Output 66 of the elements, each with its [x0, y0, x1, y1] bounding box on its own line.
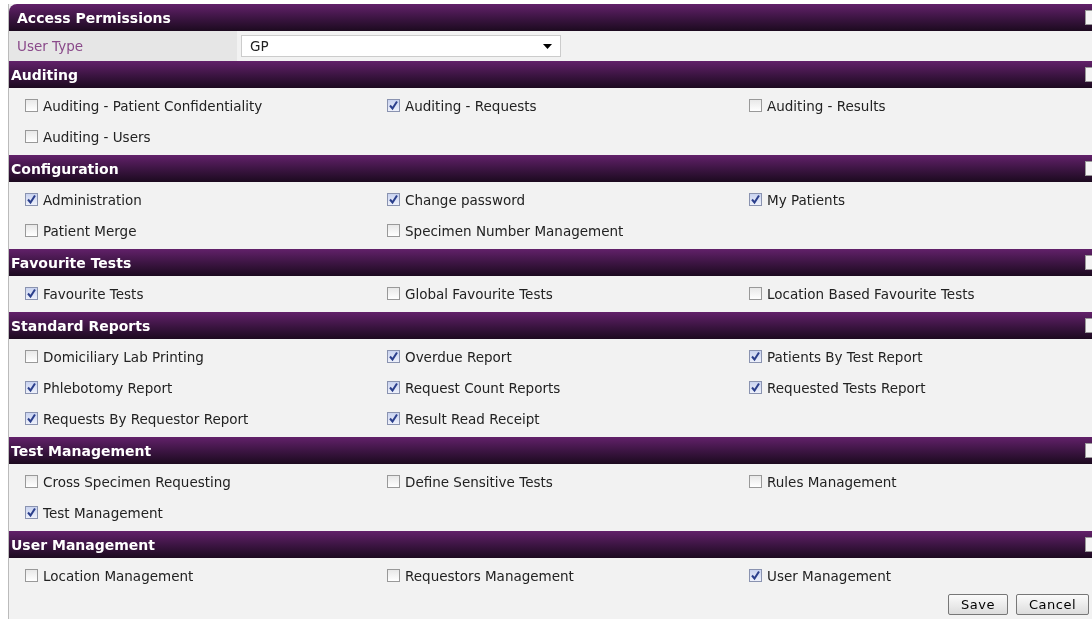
- checkbox[interactable]: [25, 130, 38, 143]
- checkbox[interactable]: [387, 193, 400, 206]
- checkbox[interactable]: [25, 412, 38, 425]
- checkbox[interactable]: [387, 350, 400, 363]
- section-title: Configuration: [11, 160, 119, 177]
- checkbox[interactable]: [25, 381, 38, 394]
- checkbox[interactable]: [749, 193, 762, 206]
- checkbox-label: Requested Tests Report: [767, 379, 926, 396]
- checkbox[interactable]: [749, 287, 762, 300]
- section-title: User Management: [11, 536, 156, 553]
- checkbox[interactable]: [387, 224, 400, 237]
- checkbox[interactable]: [25, 475, 38, 488]
- checkbox[interactable]: [387, 99, 400, 112]
- checkbox-label: Overdue Report: [405, 348, 512, 365]
- checkbox-label: User Management: [767, 567, 891, 584]
- checkbox-label: Test Management: [43, 504, 163, 521]
- checkbox-label: Auditing - Results: [767, 97, 886, 114]
- checkbox[interactable]: [749, 381, 762, 394]
- save-button[interactable]: Save: [948, 594, 1008, 615]
- checkbox[interactable]: [749, 475, 762, 488]
- checkbox-label: Patient Merge: [43, 222, 137, 239]
- checkbox-label: Phlebotomy Report: [43, 379, 173, 396]
- field-label: User Type: [16, 38, 85, 54]
- checkbox-label: Request Count Reports: [405, 379, 561, 396]
- checkbox[interactable]: [387, 381, 400, 394]
- checkbox[interactable]: [749, 569, 762, 582]
- section-title: Favourite Tests: [11, 254, 132, 271]
- checkbox[interactable]: [749, 350, 762, 363]
- checkbox-label: Result Read Receipt: [405, 410, 540, 427]
- checkbox[interactable]: [387, 569, 400, 582]
- checkbox-label: Favourite Tests: [43, 285, 144, 302]
- checkbox[interactable]: [25, 506, 38, 519]
- checkbox-label: Requestors Management: [405, 567, 574, 584]
- user-type-dropdown[interactable]: GP: [241, 35, 561, 57]
- section-title: Auditing: [11, 66, 79, 83]
- checkbox[interactable]: [25, 350, 38, 363]
- checkbox-label: Location Based Favourite Tests: [767, 285, 975, 302]
- checkbox[interactable]: [25, 193, 38, 206]
- cancel-button[interactable]: Cancel: [1015, 594, 1089, 615]
- checkbox-label: Patients By Test Report: [767, 348, 923, 365]
- checkbox-label: Location Management: [43, 567, 194, 584]
- checkbox[interactable]: [25, 99, 38, 112]
- checkbox-label: My Patients: [767, 191, 845, 208]
- checkbox[interactable]: [387, 412, 400, 425]
- checkbox[interactable]: [25, 569, 38, 582]
- caret-icon: [543, 43, 552, 49]
- section-title: Test Management: [11, 442, 152, 459]
- checkbox-label: Administration: [43, 191, 142, 208]
- checkbox[interactable]: [387, 287, 400, 300]
- checkbox-label: Specimen Number Management: [405, 222, 624, 239]
- checkbox-label: Cross Specimen Requesting: [43, 473, 231, 490]
- checkbox-label: Auditing - Requests: [405, 97, 537, 114]
- checkbox-label: Domiciliary Lab Printing: [43, 348, 204, 365]
- checkbox-label: Auditing - Users: [43, 128, 151, 145]
- checkbox-label: Requests By Requestor Report: [43, 410, 249, 427]
- checkbox[interactable]: [749, 99, 762, 112]
- checkbox[interactable]: [387, 475, 400, 488]
- checkbox-label: Change password: [405, 191, 526, 208]
- section-title: Standard Reports: [11, 317, 151, 334]
- checkbox[interactable]: [25, 224, 38, 237]
- checkbox-label: Global Favourite Tests: [405, 285, 553, 302]
- checkbox-label: Rules Management: [767, 473, 897, 490]
- checkbox[interactable]: [25, 287, 38, 300]
- checkbox-label: Define Sensitive Tests: [405, 473, 553, 490]
- checkbox-label: Auditing - Patient Confidentiality: [43, 97, 263, 114]
- panel-title: Access Permissions: [17, 9, 171, 26]
